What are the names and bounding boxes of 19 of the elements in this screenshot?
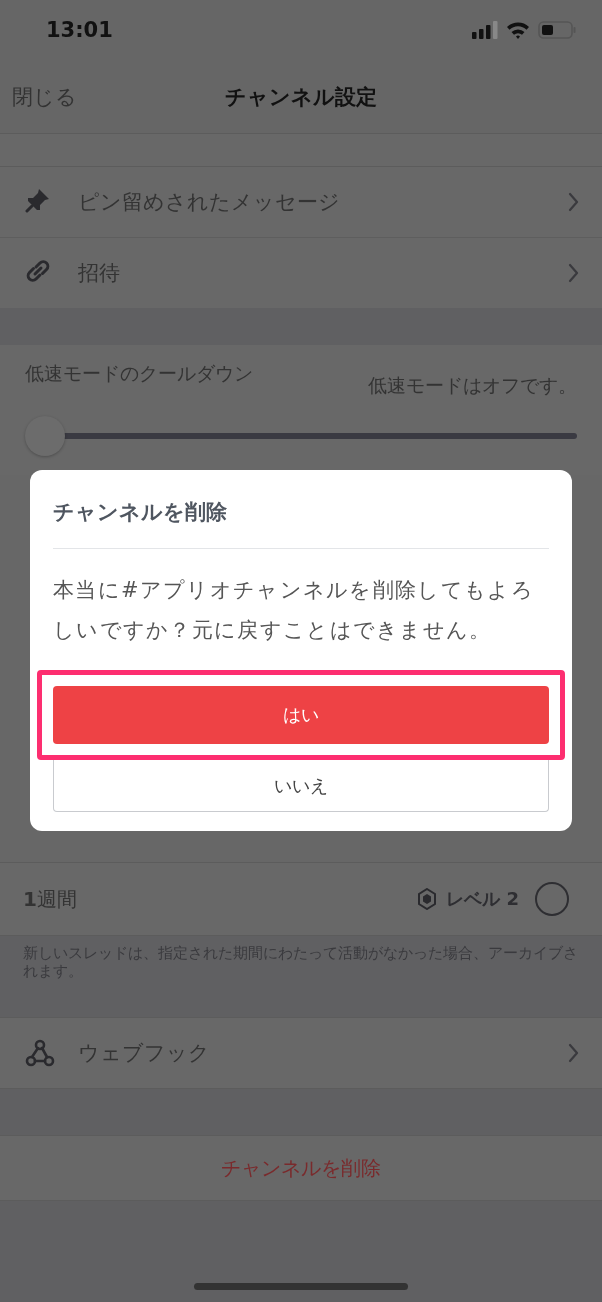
battery-icon	[538, 21, 576, 39]
status-time: 13:01	[46, 18, 113, 42]
chevron-icon	[568, 263, 580, 283]
dialog-title: チャンネルを削除	[53, 470, 549, 549]
cancel-button[interactable]: いいえ	[53, 760, 549, 812]
slider-thumb[interactable]	[25, 416, 65, 456]
delete-channel-button[interactable]: チャンネルを削除	[211, 1150, 391, 1186]
signal-icon	[472, 21, 498, 39]
confirm-button[interactable]: はい	[53, 686, 549, 744]
slider-track[interactable]	[25, 416, 577, 456]
dialog-message: 本当に#アプリオチャンネルを削除してもよろしいですか？元に戻すことはできません。	[53, 577, 535, 644]
webhook-icon	[25, 1038, 55, 1068]
radio-button[interactable]	[535, 882, 569, 916]
hexagon-icon	[418, 888, 437, 910]
screen-title: チャンネル設定	[225, 83, 377, 111]
chevron-icon	[568, 1043, 580, 1063]
wifi-icon	[506, 21, 530, 39]
level-label: レベル 2	[446, 887, 519, 911]
chevron-icon	[568, 192, 580, 212]
